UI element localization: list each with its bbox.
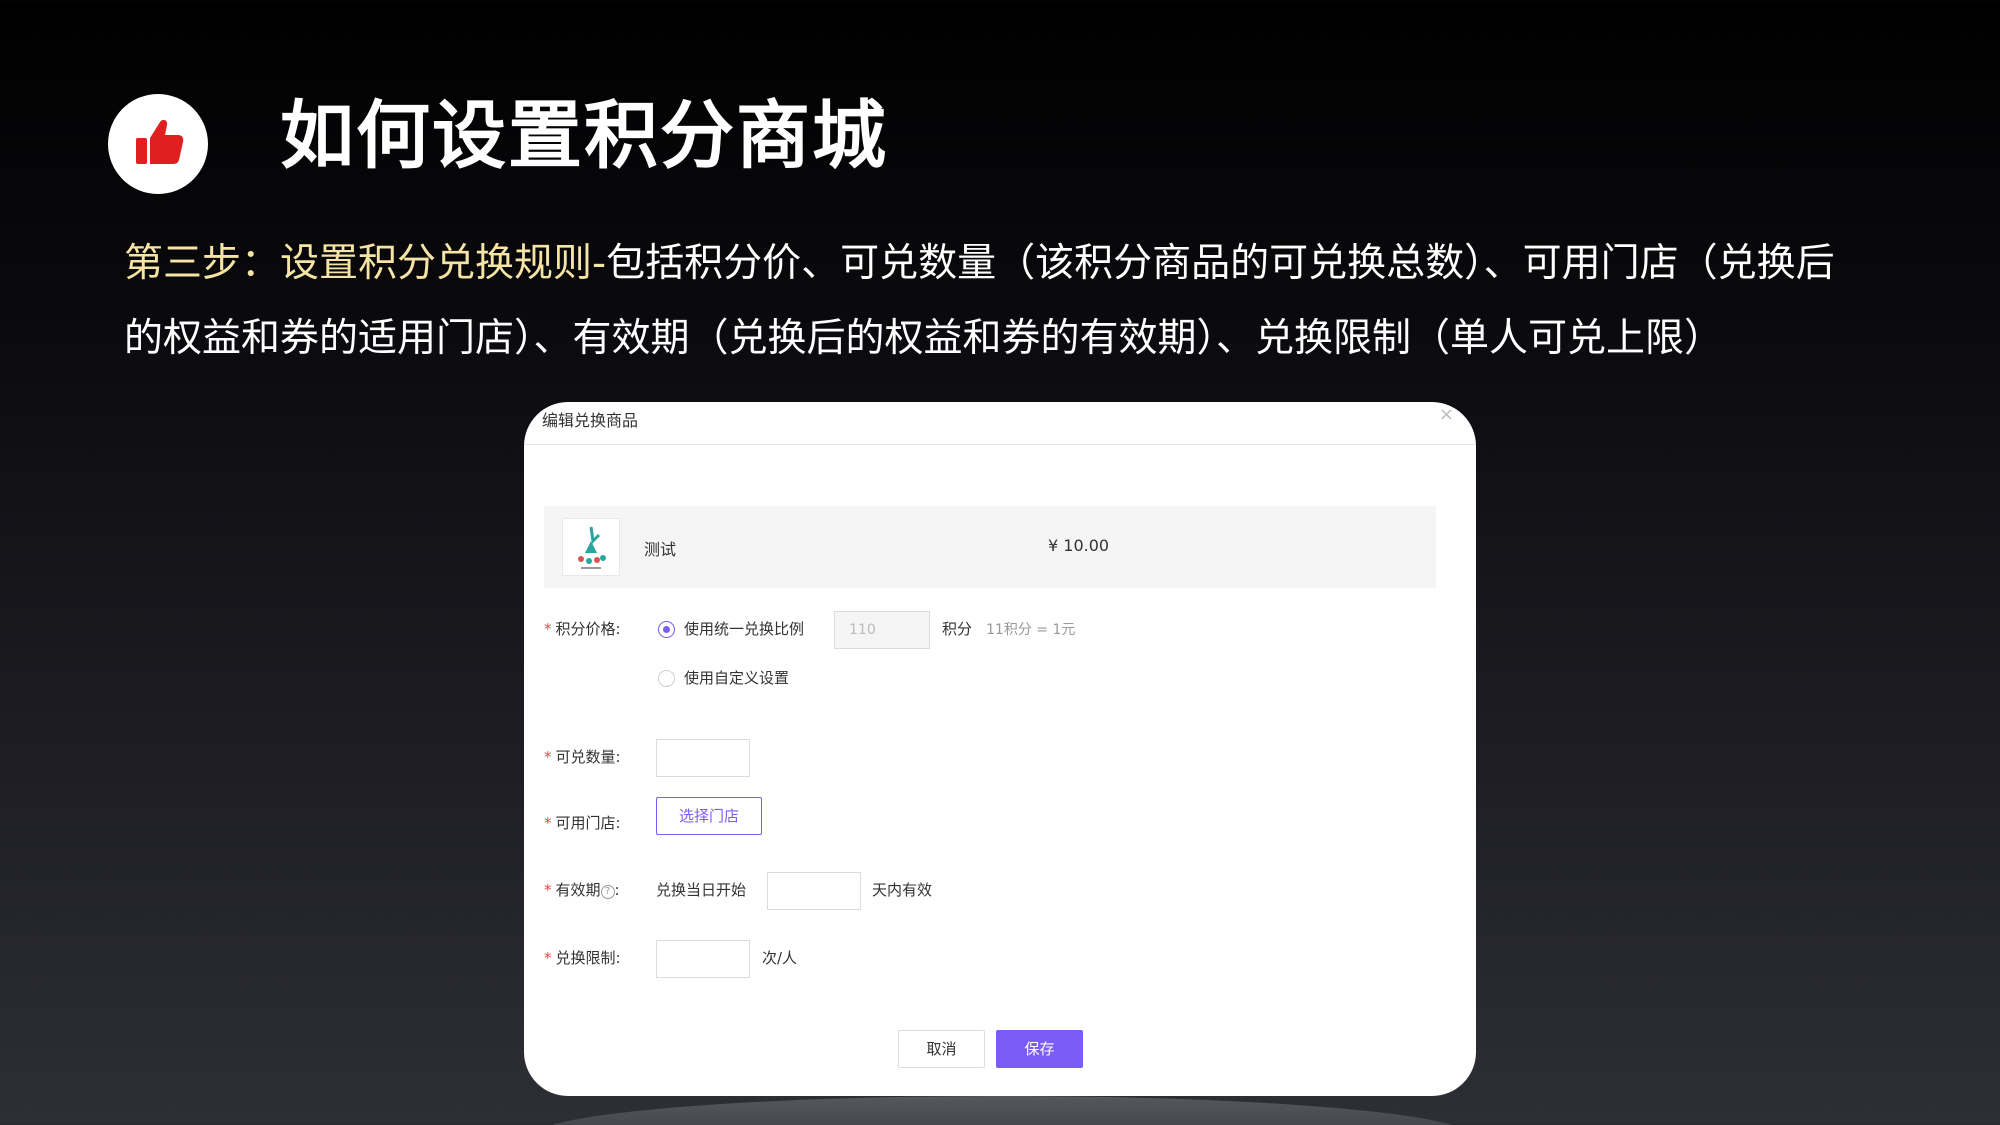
cancel-button[interactable]: 取消 xyxy=(898,1030,985,1068)
points-unit: 积分 xyxy=(942,620,973,638)
thumbs-up-icon xyxy=(130,114,186,174)
limit-input[interactable] xyxy=(656,940,750,978)
ratio-hint: 11积分 = 1元 xyxy=(986,622,1076,638)
edit-exchange-dialog: 编辑兑换商品 × 测试 ¥ 10.00 * 积分价格: 使用统一兑换比例 110 … xyxy=(524,402,1476,1096)
dialog-title: 编辑兑换商品 xyxy=(542,411,639,430)
dialog-header: 编辑兑换商品 × xyxy=(524,402,1476,445)
step-label: 第三步：设置积分兑换规则- xyxy=(124,241,607,286)
product-name: 测试 xyxy=(644,540,677,559)
radio-unified-ratio[interactable] xyxy=(658,621,675,638)
product-thumbnail xyxy=(562,518,620,576)
slide-title: 如何设置积分商城 xyxy=(280,93,888,179)
step-description: 第三步：设置积分兑换规则-包括积分价、可兑数量（该积分商品的可兑换总数）、可用门… xyxy=(124,226,1844,376)
quantity-label: * 可兑数量: xyxy=(544,748,621,766)
points-price-input[interactable]: 110 xyxy=(834,611,930,649)
close-icon[interactable]: × xyxy=(1439,404,1454,425)
limit-suffix: 次/人 xyxy=(762,949,798,967)
points-price-label: * 积分价格: xyxy=(544,620,621,638)
validity-days-input[interactable] xyxy=(767,872,861,910)
custom-setting-label: 使用自定义设置 xyxy=(684,669,790,687)
product-row: 测试 ¥ 10.00 xyxy=(544,506,1436,588)
save-button[interactable]: 保存 xyxy=(996,1030,1083,1068)
help-icon[interactable]: ? xyxy=(600,885,615,899)
limit-label: * 兑换限制: xyxy=(544,949,621,967)
unified-ratio-label: 使用统一兑换比例 xyxy=(684,620,805,638)
validity-suffix: 天内有效 xyxy=(872,881,933,899)
product-price: ¥ 10.00 xyxy=(1048,536,1110,555)
validity-prefix: 兑换当日开始 xyxy=(656,881,747,899)
thumbs-up-logo xyxy=(108,94,208,194)
validity-label: * 有效期?: xyxy=(544,881,620,899)
select-store-button[interactable]: 选择门店 xyxy=(656,797,762,835)
quantity-input[interactable] xyxy=(656,739,750,777)
dialog-reflection xyxy=(534,1096,1470,1125)
radio-custom-setting[interactable] xyxy=(658,670,675,687)
product-image-icon xyxy=(578,526,606,569)
stores-label: * 可用门店: xyxy=(544,814,621,832)
